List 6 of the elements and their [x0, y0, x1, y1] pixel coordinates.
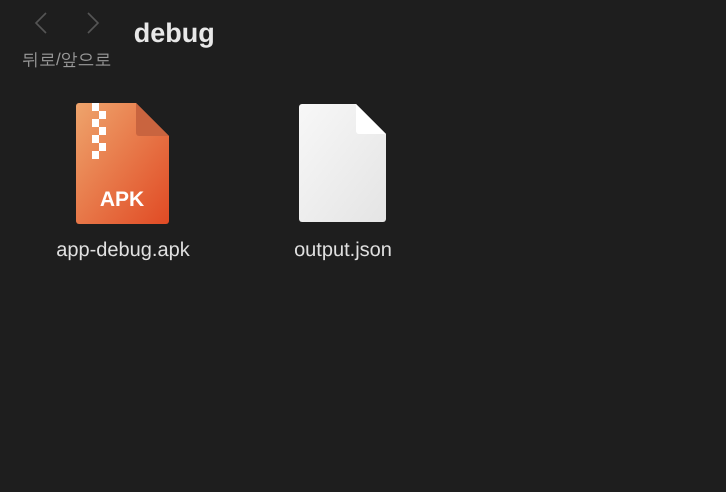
archive-file-icon[interactable]: [76, 103, 169, 224]
file-name[interactable]: output.json: [294, 239, 392, 262]
file-name[interactable]: app-debug.apk: [56, 239, 190, 262]
nav-label: 뒤로/앞으로: [22, 49, 112, 71]
window-title: debug: [134, 18, 215, 49]
file-type-label: APK: [100, 188, 144, 211]
